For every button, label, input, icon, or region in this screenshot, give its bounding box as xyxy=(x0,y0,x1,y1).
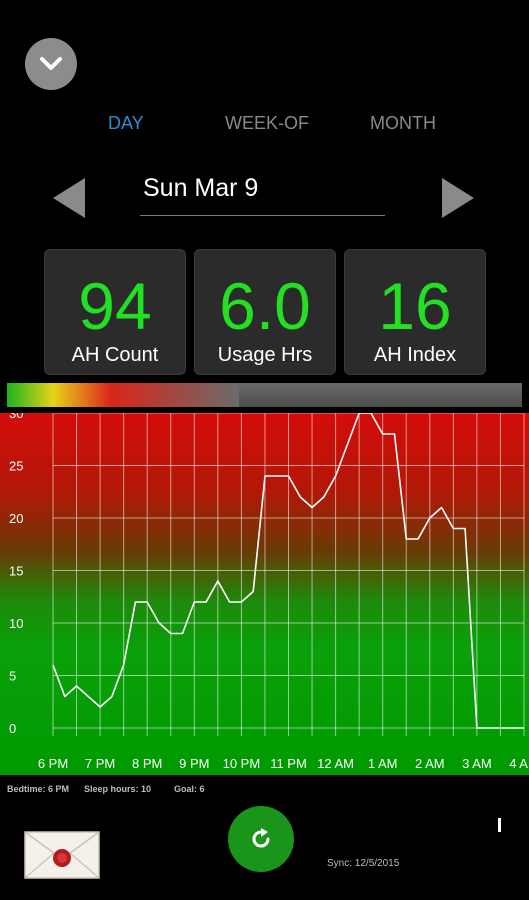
sync-status-text: Sync: 12/5/2015 xyxy=(327,858,400,869)
usage-hrs-value: 6.0 xyxy=(219,269,311,343)
bedtime-text: Bedtime: 6 PM xyxy=(7,784,70,794)
tab-day[interactable]: DAY xyxy=(108,113,144,134)
previous-date-button[interactable] xyxy=(53,178,87,223)
x-tick-label: 3 AM xyxy=(462,756,492,771)
severity-progress-fill xyxy=(7,383,239,407)
x-tick-label: 7 PM xyxy=(85,756,115,771)
overflow-indicator xyxy=(498,818,501,832)
date-selector[interactable]: Sun Mar 9 xyxy=(140,174,385,216)
x-tick-label: 11 PM xyxy=(270,756,307,771)
goal-text: Goal: 6 xyxy=(174,784,205,794)
y-tick-label: 20 xyxy=(9,511,23,526)
y-tick-label: 10 xyxy=(9,616,23,631)
usage-hrs-label: Usage Hrs xyxy=(217,344,313,366)
ah-index-value: 16 xyxy=(378,269,452,343)
ah-count-card[interactable]: 94 AH Count xyxy=(44,249,186,375)
x-tick-label: 2 AM xyxy=(415,756,445,771)
x-tick-label: 6 PM xyxy=(38,756,68,771)
usage-hrs-card[interactable]: 6.0 Usage Hrs xyxy=(194,249,336,375)
x-tick-label: 4 AM xyxy=(509,756,529,771)
tab-week-of[interactable]: WEEK-OF xyxy=(225,113,309,134)
ah-count-label: AH Count xyxy=(71,344,159,366)
y-tick-label: 5 xyxy=(9,669,16,684)
ah-index-label: AH Index xyxy=(373,344,457,366)
x-tick-label: 10 PM xyxy=(223,756,261,771)
email-report-button[interactable] xyxy=(24,831,100,879)
next-date-button[interactable] xyxy=(442,178,476,223)
y-tick-label: 25 xyxy=(9,459,23,474)
sync-button[interactable] xyxy=(228,806,294,872)
y-tick-label: 0 xyxy=(9,721,16,736)
collapse-button[interactable] xyxy=(25,38,77,90)
left-arrow-icon xyxy=(53,178,85,218)
severity-progress-bar xyxy=(7,383,522,407)
x-tick-label: 8 PM xyxy=(132,756,162,771)
envelope-icon xyxy=(24,831,100,879)
x-tick-label: 1 AM xyxy=(368,756,398,771)
ah-index-card[interactable]: 16 AH Index xyxy=(344,249,486,375)
right-arrow-icon xyxy=(442,178,474,218)
sleep-hours-text: Sleep hours: 10 xyxy=(84,784,152,794)
y-tick-label: 15 xyxy=(9,564,23,579)
ah-count-value: 94 xyxy=(78,269,152,343)
ah-events-chart: 0 5 10 15 20 25 30 6 PM 7 PM 8 PM 9 PM 10 PM 11 PM 1… xyxy=(0,413,529,775)
refresh-icon xyxy=(252,828,270,848)
x-tick-label: 12 AM xyxy=(317,756,354,771)
y-tick-label: 30 xyxy=(9,413,23,421)
tab-month[interactable]: MONTH xyxy=(370,113,436,134)
chevron-down-icon xyxy=(40,57,62,70)
x-tick-label: 9 PM xyxy=(179,756,209,771)
